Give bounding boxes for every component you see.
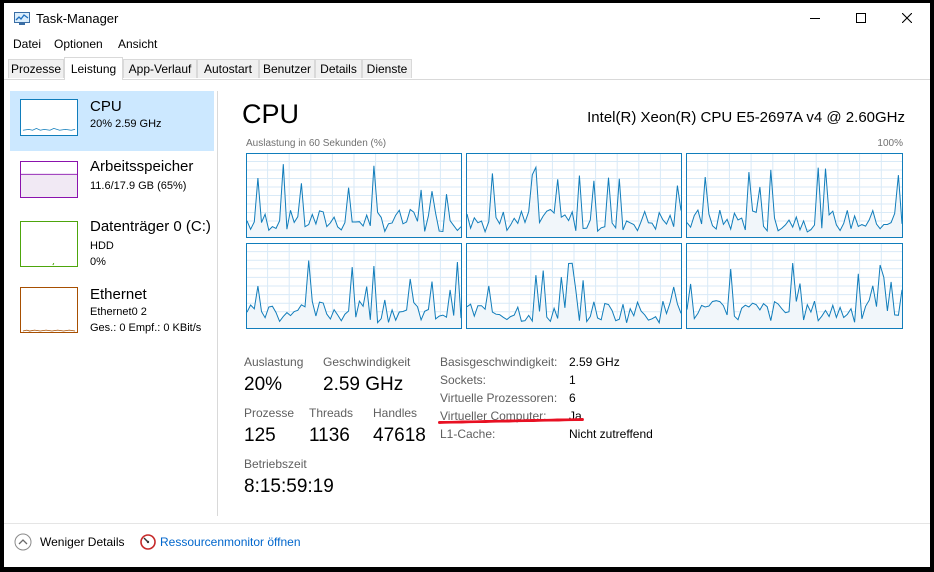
cpu-core-graph-4 xyxy=(246,243,462,329)
utilization-label: Auslastung xyxy=(244,355,304,369)
speed-value: 2.59 GHz xyxy=(323,374,404,395)
disk-thumbnail-graph xyxy=(20,221,78,267)
menu-datei[interactable]: Datei xyxy=(13,37,41,51)
maximize-icon xyxy=(856,13,866,23)
cpu-thumbnail-graph xyxy=(20,99,78,136)
threads-label: Threads xyxy=(309,406,354,420)
title-bar[interactable]: Task-Manager xyxy=(4,3,930,33)
cpu-core-graph-3 xyxy=(686,153,903,238)
fewer-details-link[interactable]: Weniger Details xyxy=(40,535,124,549)
memory-thumbnail-graph xyxy=(20,161,78,198)
maximize-button[interactable] xyxy=(838,3,884,33)
sidebar-disk-title: Datenträger 0 (C:) xyxy=(90,218,211,235)
sockets-label: Sockets: xyxy=(440,373,487,387)
virtual-processors-value: 6 xyxy=(569,391,576,405)
handles-value: 47618 xyxy=(373,425,426,446)
sidebar-cpu-detail: 20% 2.59 GHz xyxy=(90,118,162,130)
cpu-core-graph-2 xyxy=(466,153,682,238)
sidebar-item-memory[interactable]: Arbeitsspeicher 11.6/17.9 GB (65%) xyxy=(10,151,214,211)
tab-autostart[interactable]: Autostart xyxy=(197,59,259,78)
base-speed-label: Basisgeschwindigkeit: xyxy=(440,355,558,369)
tab-prozesse[interactable]: Prozesse xyxy=(8,59,64,78)
close-button[interactable] xyxy=(884,3,930,33)
cpu-model-name: Intel(R) Xeon(R) CPU E5-2697A v4 @ 2.60G… xyxy=(587,109,905,126)
cpu-core-graph-1 xyxy=(246,153,462,238)
virtual-processors-label: Virtuelle Prozessoren: xyxy=(440,391,558,405)
sidebar-disk-usage: 0% xyxy=(90,256,106,268)
graph-caption: Auslastung in 60 Sekunden (%) xyxy=(246,138,387,149)
task-manager-window: Task-Manager Datei Optionen Ansicht Proz… xyxy=(4,3,930,567)
base-speed-value: 2.59 GHz xyxy=(569,355,620,369)
sidebar-ethernet-throughput: Ges.: 0 Empf.: 0 KBit/s xyxy=(90,322,202,334)
sockets-value: 1 xyxy=(569,373,576,387)
speed-label: Geschwindigkeit xyxy=(323,355,411,369)
l1-cache-label: L1-Cache: xyxy=(440,427,496,441)
chevron-up-circle-icon[interactable] xyxy=(14,533,32,551)
ethernet-thumbnail-graph xyxy=(20,287,78,333)
close-icon xyxy=(902,13,912,23)
tab-bar: Prozesse Leistung App-Verlauf Autostart … xyxy=(4,57,930,80)
footer-separator xyxy=(4,523,930,524)
uptime-label: Betriebszeit xyxy=(244,457,307,471)
sidebar-ethernet-adapter: Ethernet0 2 xyxy=(90,306,147,318)
sidebar-cpu-title: CPU xyxy=(90,98,122,115)
menu-optionen[interactable]: Optionen xyxy=(54,37,103,51)
graph-max-label: 100% xyxy=(877,138,903,149)
tab-app-verlauf[interactable]: App-Verlauf xyxy=(123,59,197,78)
threads-value: 1136 xyxy=(309,425,350,446)
sidebar-memory-detail: 11.6/17.9 GB (65%) xyxy=(90,180,187,192)
sidebar-item-disk[interactable]: Datenträger 0 (C:) HDD 0% xyxy=(10,211,214,271)
processes-value: 125 xyxy=(244,425,276,446)
l1-cache-value: Nicht zutreffend xyxy=(569,427,653,441)
tab-leistung[interactable]: Leistung xyxy=(64,57,123,80)
window-title: Task-Manager xyxy=(36,11,119,26)
tab-benutzer[interactable]: Benutzer xyxy=(259,59,315,78)
cpu-core-graph-5 xyxy=(466,243,682,329)
uptime-value: 8:15:59:19 xyxy=(244,476,334,497)
open-resource-monitor-link[interactable]: Ressourcenmonitor öffnen xyxy=(160,535,301,549)
menu-ansicht[interactable]: Ansicht xyxy=(118,37,157,51)
resource-monitor-icon xyxy=(140,534,156,550)
page-title: CPU xyxy=(242,99,300,129)
sidebar-item-ethernet[interactable]: Ethernet Ethernet0 2 Ges.: 0 Empf.: 0 KB… xyxy=(10,279,214,339)
tab-details[interactable]: Details xyxy=(315,59,362,78)
sidebar-disk-type: HDD xyxy=(90,240,114,252)
minimize-icon xyxy=(810,18,820,19)
processes-label: Prozesse xyxy=(244,406,295,420)
minimize-button[interactable] xyxy=(792,3,838,33)
sidebar-memory-title: Arbeitsspeicher xyxy=(90,158,194,175)
sidebar-ethernet-title: Ethernet xyxy=(90,286,147,303)
sidebar-separator xyxy=(217,91,218,516)
task-manager-icon xyxy=(14,12,30,25)
tab-dienste[interactable]: Dienste xyxy=(362,59,412,78)
utilization-value: 20% xyxy=(244,374,283,395)
cpu-core-graph-6 xyxy=(686,243,903,329)
sidebar-item-cpu[interactable]: CPU 20% 2.59 GHz xyxy=(10,91,214,151)
handles-label: Handles xyxy=(373,406,418,420)
